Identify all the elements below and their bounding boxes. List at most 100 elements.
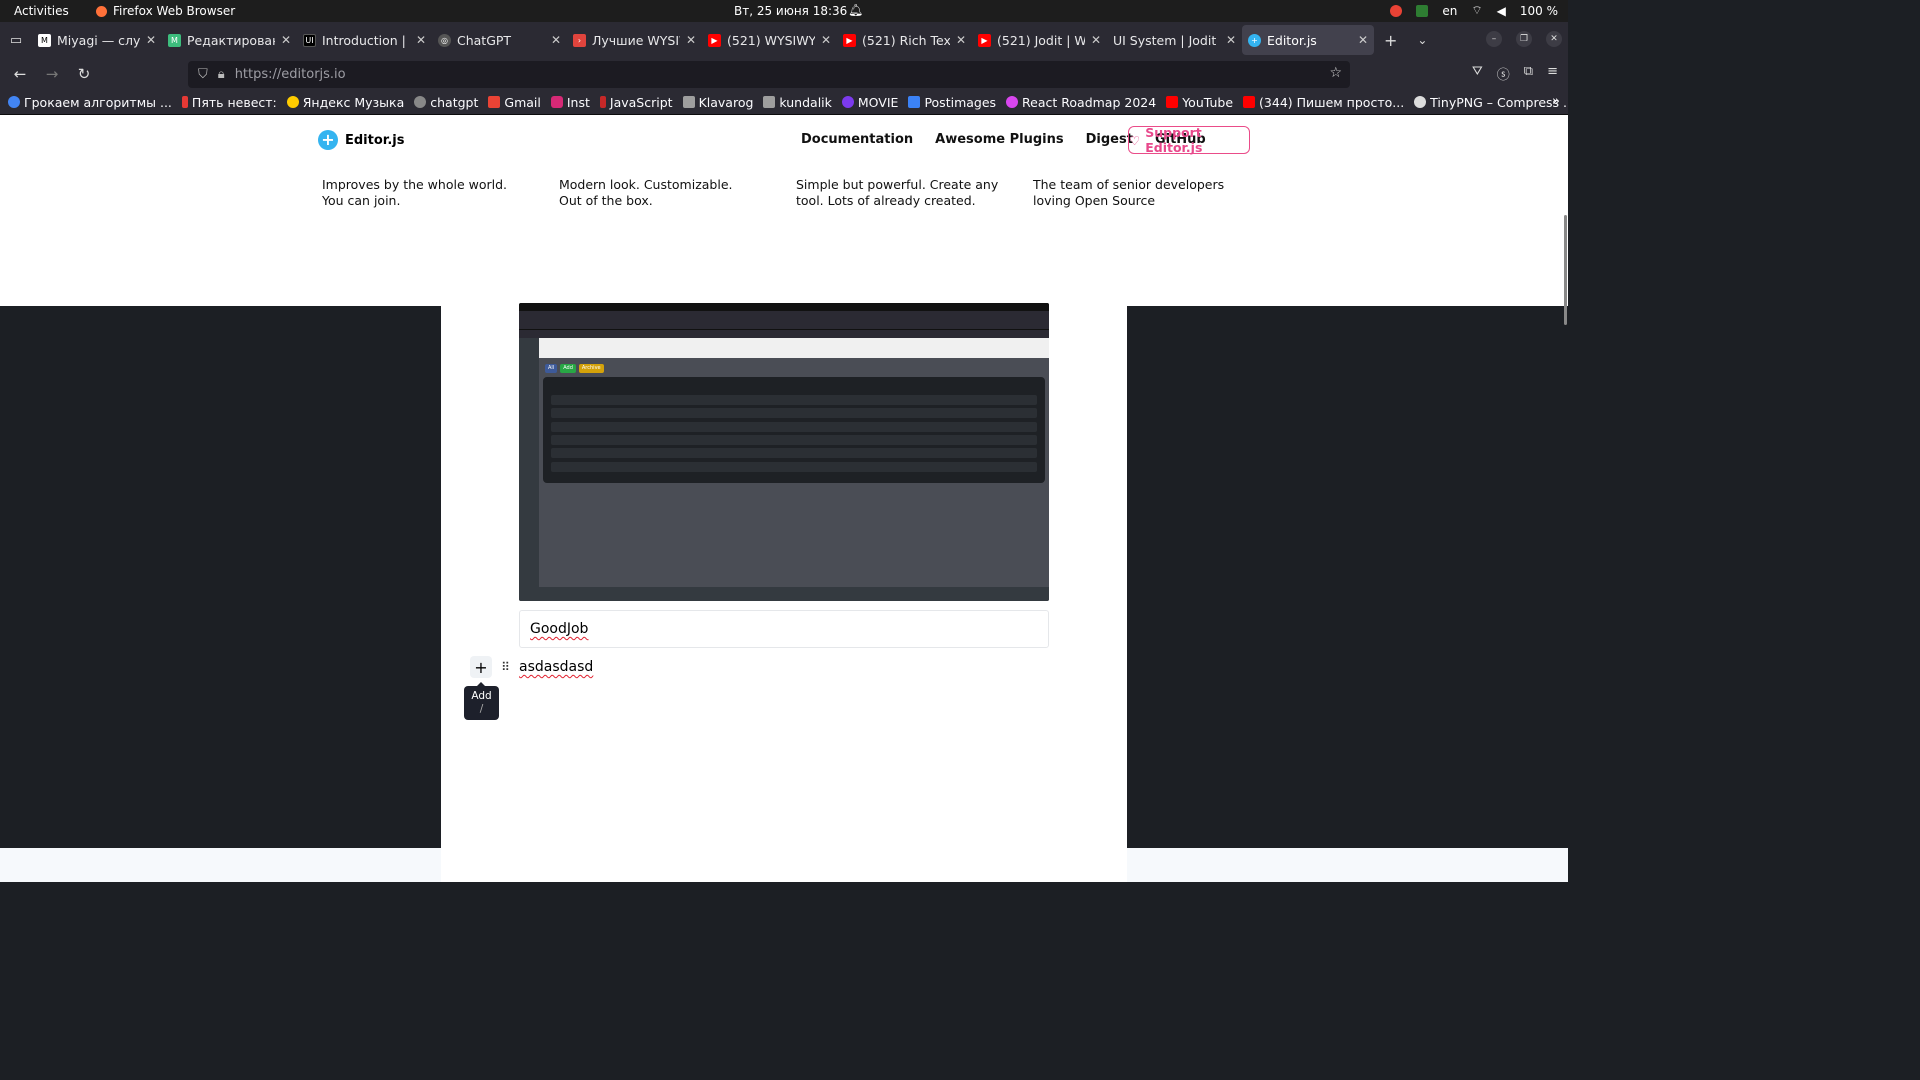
bookmark-label: YouTube bbox=[1182, 94, 1234, 110]
tab-label: Редактирован bbox=[187, 32, 275, 48]
bookmark[interactable]: Klavarog bbox=[682, 95, 753, 110]
close-icon[interactable]: ✕ bbox=[821, 33, 831, 47]
tab[interactable]: › Лучшие WYSIW ✕ bbox=[567, 25, 702, 55]
bookmark[interactable]: YouTube bbox=[1166, 95, 1233, 110]
tab[interactable]: UI Introduction | N ✕ bbox=[297, 25, 432, 55]
activities-button[interactable]: Activities bbox=[14, 4, 69, 18]
plus-icon: + bbox=[474, 657, 488, 677]
reload-icon[interactable]: ↻ bbox=[70, 60, 98, 88]
embedded-row bbox=[551, 462, 1037, 472]
close-window-icon[interactable]: ✕ bbox=[1546, 31, 1562, 47]
bookmark[interactable]: TinyPNG – Compress ... bbox=[1414, 95, 1568, 110]
instagram-icon bbox=[550, 96, 563, 108]
maximize-icon[interactable]: ❐ bbox=[1516, 31, 1532, 47]
chevron-down-icon[interactable]: ⌄ bbox=[1407, 33, 1437, 47]
tab[interactable]: ◎ ChatGPT ✕ bbox=[432, 25, 567, 55]
embedded-row bbox=[551, 395, 1037, 405]
tab[interactable]: M Miyagi — слуша ✕ bbox=[32, 25, 162, 55]
tab[interactable]: ▶ (521) Rich Text E ✕ bbox=[837, 25, 972, 55]
close-icon[interactable]: ✕ bbox=[1091, 33, 1101, 47]
system-tray[interactable]: en ⌔ ◀︎ 100 % bbox=[1390, 3, 1558, 18]
tab[interactable]: ▶ (521) Jodit | WY ✕ bbox=[972, 25, 1107, 55]
wifi-icon: ⌔ bbox=[1471, 3, 1483, 17]
nav-digest[interactable]: Digest bbox=[1086, 132, 1133, 147]
bookmark[interactable]: Gmail bbox=[488, 94, 541, 110]
nav-awesome-plugins[interactable]: Awesome Plugins bbox=[935, 132, 1063, 147]
feature-text-line: Modern look. Customizable. bbox=[559, 177, 733, 192]
tab-label: Introduction | N bbox=[322, 32, 410, 48]
close-icon[interactable]: ✕ bbox=[1358, 33, 1368, 47]
close-icon[interactable]: ✕ bbox=[551, 33, 561, 47]
drag-handle-icon[interactable]: ⠿ bbox=[498, 656, 512, 678]
tab[interactable]: M Редактирован ✕ bbox=[162, 25, 297, 55]
page-scrollbar[interactable] bbox=[1564, 215, 1567, 325]
editorjs-logo-icon: + bbox=[318, 130, 338, 150]
bookmark-label: Gmail bbox=[504, 94, 541, 110]
paragraph-block[interactable]: asdasdasd bbox=[519, 659, 593, 675]
new-tab-icon[interactable]: + bbox=[1374, 31, 1407, 50]
add-block-button[interactable]: + bbox=[470, 656, 492, 678]
bookmark[interactable]: Пять невест: bbox=[181, 94, 277, 110]
bookmark[interactable]: JavaScript bbox=[599, 95, 673, 110]
close-icon[interactable]: ✕ bbox=[281, 33, 291, 47]
chevron-double-right-icon[interactable]: » bbox=[1552, 94, 1560, 109]
back-icon[interactable]: ← bbox=[6, 60, 34, 88]
app-menu[interactable]: Firefox Web Browser bbox=[96, 4, 235, 18]
tracking-shield-icon[interactable]: ⛉ bbox=[198, 67, 208, 82]
forward-icon[interactable]: → bbox=[38, 60, 66, 88]
tab[interactable]: UI System | Jodit Ed ✕ bbox=[1107, 25, 1242, 55]
site-logo[interactable]: + Editor.js bbox=[318, 130, 404, 150]
bookmark-star-icon[interactable]: ☆ bbox=[1329, 65, 1342, 81]
bookmark[interactable]: Postimages bbox=[908, 95, 996, 110]
close-icon[interactable]: ✕ bbox=[416, 33, 426, 47]
bookmark-label: TinyPNG – Compress ... bbox=[1430, 94, 1568, 110]
bookmark-label: (344) Пишем просто... bbox=[1259, 94, 1405, 110]
url-bar[interactable]: ⛉ 🔒︎ https://editorjs.io ☆ bbox=[188, 61, 1350, 88]
close-icon[interactable]: ✕ bbox=[956, 33, 966, 47]
google-icon bbox=[8, 96, 20, 108]
tab-label: (521) Jodit | WY bbox=[997, 32, 1085, 48]
tab-favicon: UI bbox=[303, 33, 316, 47]
chatgpt-icon: ◎ bbox=[438, 33, 451, 47]
bookmark[interactable]: Яндекс Музыка bbox=[286, 95, 404, 110]
nav-documentation[interactable]: Documentation bbox=[801, 132, 913, 147]
bookmark[interactable]: React Roadmap 2024 bbox=[1006, 95, 1156, 110]
url-text[interactable]: https://editorjs.io bbox=[235, 67, 346, 82]
language-indicator[interactable]: en bbox=[1442, 4, 1457, 18]
feature-text-line: The team of senior developers bbox=[1033, 177, 1225, 192]
bookmark[interactable]: kundalik bbox=[763, 95, 832, 110]
paragraph-text: asdasdasd bbox=[519, 659, 594, 675]
minimize-icon[interactable]: – bbox=[1486, 31, 1502, 47]
bookmark-label: Пять невест: bbox=[191, 94, 277, 110]
menu-icon[interactable]: ≡ bbox=[1547, 64, 1558, 83]
bookmark[interactable]: Грокаем алгоритмы ... bbox=[8, 95, 172, 110]
close-icon[interactable]: ✕ bbox=[146, 33, 156, 47]
lock-icon[interactable]: 🔒︎ bbox=[218, 67, 225, 82]
image-caption-input[interactable]: GoodJob bbox=[519, 610, 1049, 648]
roadmap-icon bbox=[1006, 96, 1019, 108]
bookmark[interactable]: Inst bbox=[550, 95, 590, 110]
tab-favicon: M bbox=[168, 33, 181, 47]
clock[interactable]: Вт, 25 июня 18:36 bbox=[734, 4, 847, 18]
feature-item: Simple but powerful. Create any tool. Lo… bbox=[796, 177, 1033, 209]
youtube-icon: ▶ bbox=[708, 33, 721, 47]
extensions-icon[interactable]: ⧉ bbox=[1524, 64, 1533, 83]
features-row: Improves by the whole world. You can joi… bbox=[322, 177, 1270, 209]
close-icon[interactable]: ✕ bbox=[1226, 33, 1236, 47]
tab[interactable]: ▶ (521) WYSIWYG ✕ bbox=[702, 25, 837, 55]
embedded-image[interactable]: All Add Archive bbox=[519, 303, 1049, 601]
chrome-indicator-icon[interactable] bbox=[1390, 4, 1403, 17]
embedded-tabs bbox=[519, 311, 1049, 321]
bookmark[interactable]: MOVIE bbox=[841, 95, 898, 110]
close-icon[interactable]: ✕ bbox=[686, 33, 696, 47]
bookmark[interactable]: chatgpt bbox=[414, 95, 478, 110]
support-button[interactable]: ♡ Support Editor.js bbox=[1128, 125, 1250, 155]
pocket-icon[interactable]: ⛛ bbox=[1472, 64, 1483, 83]
youtube-icon: ▶ bbox=[843, 33, 856, 47]
bookmark[interactable]: (344) Пишем просто... bbox=[1243, 95, 1404, 110]
account-icon[interactable]: ⓢ bbox=[1497, 64, 1510, 83]
firefox-view-icon[interactable]: ▭ bbox=[0, 22, 32, 58]
notification-bell-icon[interactable]: 🔔︎ bbox=[848, 3, 863, 17]
shield-indicator-icon[interactable] bbox=[1416, 4, 1429, 17]
tab-active[interactable]: + Editor.js ✕ bbox=[1242, 25, 1374, 55]
